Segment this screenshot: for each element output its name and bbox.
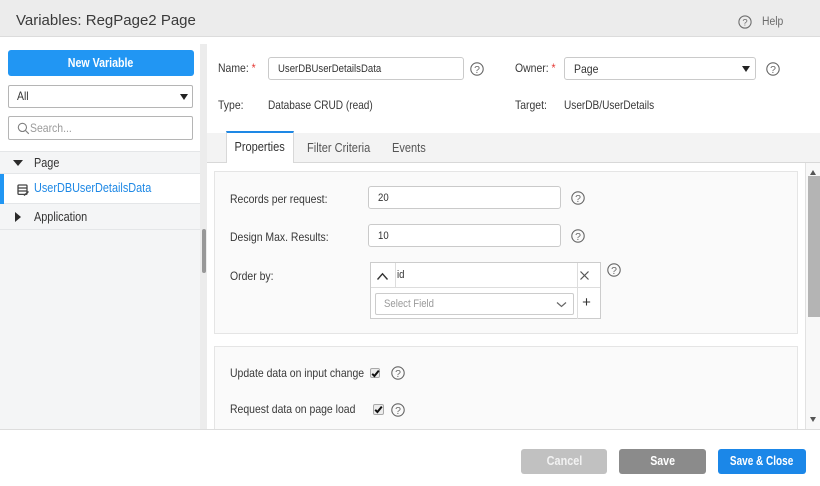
svg-text:?: ? xyxy=(742,17,747,28)
svg-text:?: ? xyxy=(611,264,617,276)
svg-text:?: ? xyxy=(770,63,776,75)
svg-text:?: ? xyxy=(395,404,401,416)
svg-text:?: ? xyxy=(575,192,581,204)
svg-text:?: ? xyxy=(395,368,401,380)
svg-text:?: ? xyxy=(575,230,581,242)
svg-text:?: ? xyxy=(474,63,480,75)
